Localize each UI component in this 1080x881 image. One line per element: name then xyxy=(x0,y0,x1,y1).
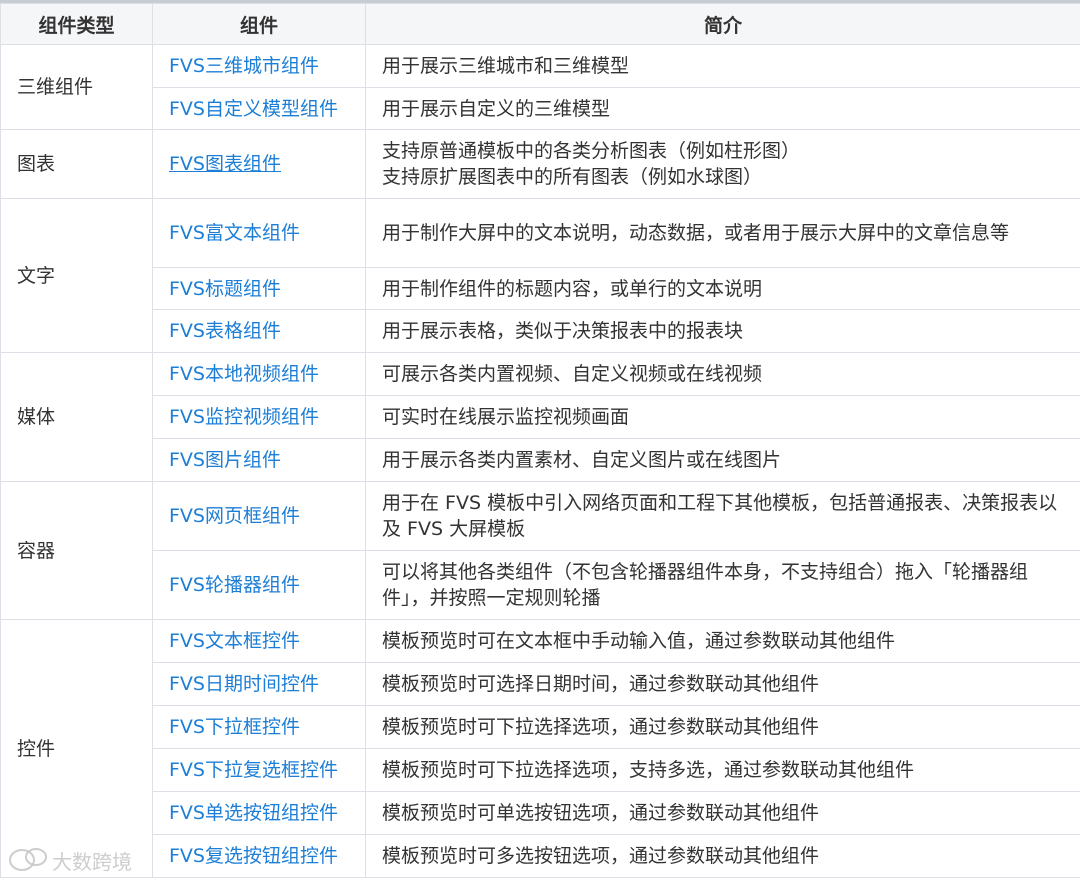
group-type: 文字 xyxy=(0,198,153,353)
component-link[interactable]: FVS自定义模型组件 xyxy=(152,87,366,130)
component-desc: 模板预览时可单选按钮选项，通过参数联动其他组件 xyxy=(365,791,1080,835)
header-description: 简介 xyxy=(365,3,1080,45)
component-link[interactable]: FVS复选按钮组控件 xyxy=(152,834,366,878)
table-row: FVS图片组件 用于展示各类内置素材、自定义图片或在线图片 xyxy=(1,438,1080,482)
component-desc: 用于制作组件的标题内容，或单行的文本说明 xyxy=(365,267,1080,310)
table-row: FVS日期时间控件 模板预览时可选择日期时间，通过参数联动其他组件 xyxy=(1,662,1080,706)
table-header-row: 组件类型 组件 简介 xyxy=(0,3,1080,45)
table-row: 文字 FVS富文本组件 用于制作大屏中的文本说明，动态数据，或者用于展示大屏中的… xyxy=(0,198,1080,353)
components-table: 组件类型 组件 简介 三维组件 FVS三维城市组件 用于展示三维城市和三维模型 … xyxy=(0,3,1080,878)
table-row: FVS单选按钮组控件 模板预览时可单选按钮选项，通过参数联动其他组件 xyxy=(1,791,1080,835)
component-desc: 用于展示三维城市和三维模型 xyxy=(365,44,1080,88)
component-link[interactable]: FVS标题组件 xyxy=(152,267,366,310)
header-type: 组件类型 xyxy=(0,3,153,45)
table-row: 三维组件 FVS三维城市组件 用于展示三维城市和三维模型 xyxy=(0,44,1080,130)
component-desc: 用于展示自定义的三维模型 xyxy=(365,87,1080,130)
component-link-text[interactable]: FVS图表组件 xyxy=(169,153,281,175)
component-desc: 用于展示表格，类似于决策报表中的报表块 xyxy=(365,309,1080,353)
table-row: FVS复选按钮组控件 模板预览时可多选按钮选项，通过参数联动其他组件 xyxy=(1,834,1080,878)
header-component: 组件 xyxy=(152,3,366,45)
component-desc: 支持原普通模板中的各类分析图表（例如柱形图） 支持原扩展图表中的所有图表（例如水… xyxy=(365,129,1080,199)
table-row: FVS自定义模型组件 用于展示自定义的三维模型 xyxy=(1,87,1080,130)
component-desc: 模板预览时可在文本框中手动输入值，通过参数联动其他组件 xyxy=(365,619,1080,663)
table-row: FVS监控视频组件 可实时在线展示监控视频画面 xyxy=(1,395,1080,439)
watermark-text: 大数跨境 xyxy=(52,849,132,874)
component-link[interactable]: FVS富文本组件 xyxy=(152,198,366,268)
component-desc: 用于在 FVS 模板中引入网络页面和工程下其他模板，包括普通报表、决策报表以及 … xyxy=(365,481,1080,551)
group-type: 三维组件 xyxy=(0,44,153,130)
component-link[interactable]: FVS文本框控件 xyxy=(152,619,366,663)
component-desc: 用于制作大屏中的文本说明，动态数据，或者用于展示大屏中的文章信息等 xyxy=(365,198,1080,268)
component-link[interactable]: FVS单选按钮组控件 xyxy=(152,791,366,835)
table-row: 容器 FVS网页框组件 用于在 FVS 模板中引入网络页面和工程下其他模板，包括… xyxy=(0,481,1080,620)
component-desc: 可以将其他各类组件（不包含轮播器组件本身，不支持组合）拖入「轮播器组件」，并按照… xyxy=(365,550,1080,620)
table-row: 图表 FVS图表组件 支持原普通模板中的各类分析图表（例如柱形图） 支持原扩展图… xyxy=(0,129,1080,199)
component-desc: 模板预览时可下拉选择选项，通过参数联动其他组件 xyxy=(365,705,1080,749)
component-desc: 用于展示各类内置素材、自定义图片或在线图片 xyxy=(365,438,1080,482)
group-type: 媒体 xyxy=(0,352,153,482)
component-link[interactable]: FVS本地视频组件 xyxy=(152,352,366,396)
group-type: 图表 xyxy=(0,129,153,199)
table-row: FVS标题组件 用于制作组件的标题内容，或单行的文本说明 xyxy=(1,267,1080,310)
component-link[interactable]: FVS下拉复选框控件 xyxy=(152,748,366,792)
table-row: FVS轮播器组件 可以将其他各类组件（不包含轮播器组件本身，不支持组合）拖入「轮… xyxy=(1,550,1080,620)
component-link[interactable]: FVS三维城市组件 xyxy=(152,44,366,88)
component-desc: 模板预览时可下拉选择选项，支持多选，通过参数联动其他组件 xyxy=(365,748,1080,792)
component-link[interactable]: FVS图片组件 xyxy=(152,438,366,482)
component-link[interactable]: FVS表格组件 xyxy=(152,309,366,353)
component-link[interactable]: FVS图表组件 xyxy=(152,129,366,199)
table-row: 控件 FVS文本框控件 模板预览时可在文本框中手动输入值，通过参数联动其他组件 xyxy=(0,619,1080,878)
table-row: FVS表格组件 用于展示表格，类似于决策报表中的报表块 xyxy=(1,309,1080,353)
component-link[interactable]: FVS网页框组件 xyxy=(152,481,366,551)
component-desc: 可实时在线展示监控视频画面 xyxy=(365,395,1080,439)
table-row: 媒体 FVS本地视频组件 可展示各类内置视频、自定义视频或在线视频 xyxy=(0,352,1080,482)
group-type: 容器 xyxy=(0,481,153,620)
table-row: FVS下拉框控件 模板预览时可下拉选择选项，通过参数联动其他组件 xyxy=(1,705,1080,749)
component-link[interactable]: FVS日期时间控件 xyxy=(152,662,366,706)
component-desc: 可展示各类内置视频、自定义视频或在线视频 xyxy=(365,352,1080,396)
component-link[interactable]: FVS轮播器组件 xyxy=(152,550,366,620)
watermark: 大数跨境 xyxy=(8,845,132,875)
component-link[interactable]: FVS下拉框控件 xyxy=(152,705,366,749)
chat-bubble-icon xyxy=(9,848,47,871)
desc-line: 支持原扩展图表中的所有图表（例如水球图） xyxy=(382,166,763,188)
component-desc: 模板预览时可多选按钮选项，通过参数联动其他组件 xyxy=(365,834,1080,878)
desc-line: 支持原普通模板中的各类分析图表（例如柱形图） xyxy=(382,140,801,162)
table-row: FVS下拉复选框控件 模板预览时可下拉选择选项，支持多选，通过参数联动其他组件 xyxy=(1,748,1080,792)
component-link[interactable]: FVS监控视频组件 xyxy=(152,395,366,439)
component-desc: 模板预览时可选择日期时间，通过参数联动其他组件 xyxy=(365,662,1080,706)
group-type: 控件 xyxy=(0,619,153,878)
